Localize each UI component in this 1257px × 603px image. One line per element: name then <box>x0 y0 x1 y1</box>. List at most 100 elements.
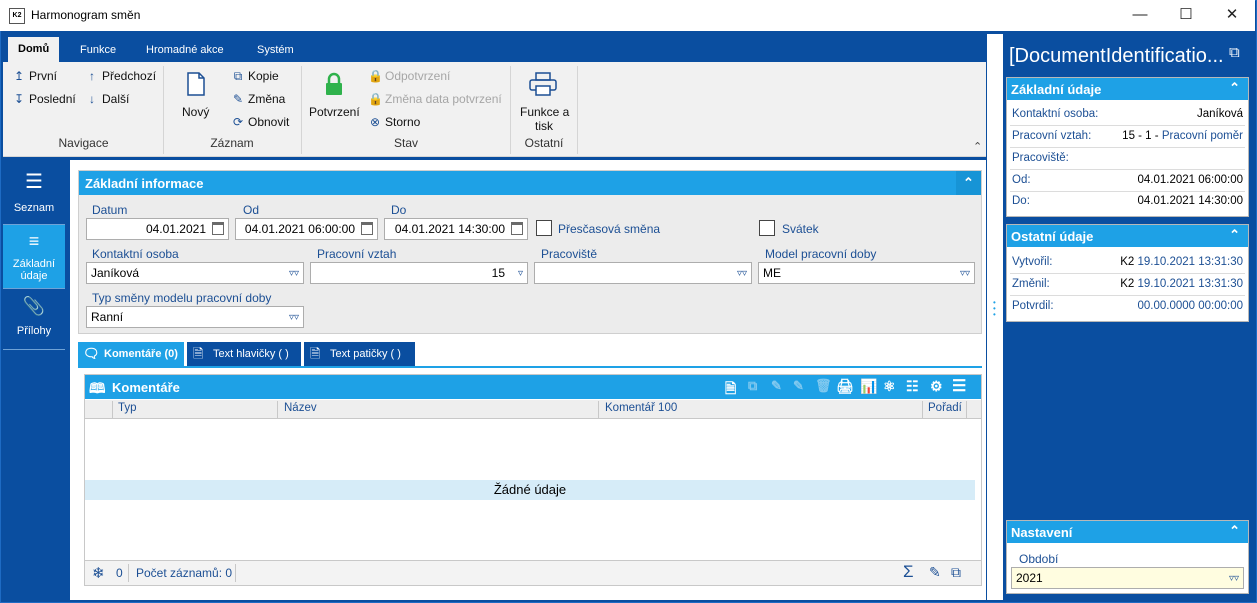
grouping-icon[interactable]: ⚛ <box>883 378 896 395</box>
tab-footer-text[interactable]: 🗎 Text patičky ( ) <box>304 342 415 366</box>
tab-system[interactable]: Systém <box>257 44 294 56</box>
contact-select[interactable]: Janíková ▿▿ <box>86 262 304 284</box>
contact-label: Kontaktní osoba <box>92 247 179 261</box>
menu-icon[interactable]: ☰ <box>952 376 966 396</box>
column-separator <box>922 401 923 419</box>
no-data-row: Žádné údaje <box>85 480 975 500</box>
workplace-select[interactable]: ▿▿ <box>534 262 752 284</box>
basic-info-title: Základní informace <box>85 176 204 191</box>
chart-icon[interactable]: 📊 <box>860 378 877 395</box>
external-link-icon[interactable]: ⧉ <box>1229 44 1240 61</box>
nav-attachments[interactable]: 📎 Přílohy <box>3 289 65 349</box>
pencil-icon[interactable]: ✎ <box>771 378 782 394</box>
comments-title: Komentáře <box>112 380 180 395</box>
snowflake-icon[interactable]: ❄ <box>92 564 105 582</box>
next-button[interactable]: ↓ Další <box>85 92 129 106</box>
column-name[interactable]: Název <box>284 402 317 414</box>
copy-button[interactable]: ⧉ Kopie <box>231 69 279 84</box>
new-button[interactable]: Nový <box>182 105 209 119</box>
sum-icon[interactable]: Σ <box>903 562 914 582</box>
model-select[interactable]: ME ▿▿ <box>758 262 975 284</box>
from-field[interactable]: 04.01.2021 06:00:00 <box>235 218 378 240</box>
tab-home[interactable]: Domů <box>8 37 60 62</box>
column-comment[interactable]: Komentář 100 <box>605 402 677 414</box>
close-button[interactable]: ✕ <box>1209 0 1255 31</box>
pencil-icon[interactable]: ✎ <box>929 564 941 581</box>
copy-icon[interactable]: ⧉ <box>748 378 757 394</box>
columns-icon[interactable]: ☷ <box>906 378 919 395</box>
work-relation-value[interactable]: 15 - 1 - Pracovní poměr <box>1100 130 1243 142</box>
column-order[interactable]: Pořadí <box>928 402 962 414</box>
delete-icon[interactable]: 🗑 <box>815 378 832 394</box>
copy-icon: ⧉ <box>233 69 243 83</box>
printer-icon[interactable]: 🖨 <box>836 378 854 395</box>
dropdown-icon[interactable]: ▿▿ <box>289 308 299 327</box>
collapse-chevron-icon[interactable]: ⌃ <box>1229 227 1240 243</box>
relation-select[interactable]: 15 ▿ <box>310 262 528 284</box>
change-confirm-date-button[interactable]: 🔒 Změna data potvrzení <box>368 92 502 106</box>
to-value: 04.01.2021 14:30:00 <box>1137 195 1243 207</box>
calendar-icon[interactable] <box>361 222 373 235</box>
model-label: Model pracovní doby <box>765 247 877 261</box>
minimize-button[interactable]: — <box>1117 0 1163 31</box>
column-type[interactable]: Typ <box>118 402 137 414</box>
to-field[interactable]: 04.01.2021 14:30:00 <box>384 218 528 240</box>
splitter-grip-icon[interactable]: • • • <box>993 299 997 324</box>
dropdown-icon[interactable]: ▿▿ <box>1229 569 1239 588</box>
from-label: Od: <box>1012 174 1031 186</box>
confirmed-by-label: Potvrdil: <box>1012 300 1054 312</box>
new-document-icon <box>186 72 206 96</box>
calendar-icon[interactable] <box>511 222 523 235</box>
row-divider <box>1010 169 1245 170</box>
record-count: Počet záznamů: 0 <box>136 566 233 580</box>
cancel-storno-button[interactable]: ⊗ Storno <box>368 115 420 129</box>
first-button[interactable]: ↥ První <box>12 69 57 83</box>
new-record-icon[interactable]: 🗎 <box>725 378 736 402</box>
collapse-chevron-icon[interactable]: ⌃ <box>1229 523 1240 539</box>
ribbon-separator <box>577 66 578 154</box>
last-button[interactable]: ↧ Poslední <box>12 92 76 106</box>
row-divider <box>1010 125 1245 126</box>
shift-type-select[interactable]: Ranní ▿▿ <box>86 306 304 328</box>
nav-list[interactable]: ☰ Seznam <box>3 160 65 224</box>
previous-button[interactable]: ↑ Předchozí <box>85 69 156 83</box>
from-value: 04.01.2021 06:00:00 <box>1137 174 1243 186</box>
workplace-label: Pracoviště <box>541 247 598 261</box>
nav-basic-data[interactable]: ≡ Základní údaje <box>3 225 65 288</box>
tab-comments[interactable]: 🗨 Komentáře (0) <box>78 342 184 366</box>
window-title: Harmonogram směn <box>31 8 141 22</box>
collapse-ribbon-icon[interactable]: ⌃ <box>973 140 982 153</box>
refresh-button[interactable]: ⟳ Obnovit <box>231 115 289 129</box>
date-field[interactable]: 04.01.2021 <box>86 218 229 240</box>
workplace-label: Pracoviště: <box>1012 152 1069 164</box>
calendar-icon[interactable] <box>212 222 224 235</box>
dropdown-icon[interactable]: ▿ <box>518 264 523 283</box>
other-data-header: Ostatní údaje ⌃ <box>1007 225 1248 247</box>
tab-functions[interactable]: Funkce <box>80 44 116 56</box>
unconfirm-button[interactable]: 🔒 Odpotvrzení <box>368 69 450 83</box>
period-select[interactable]: 2021 ▿▿ <box>1011 567 1244 589</box>
lock-green-icon <box>324 72 344 96</box>
tab-underline <box>78 366 982 368</box>
basic-data-header: Základní údaje ⌃ <box>1007 78 1248 100</box>
dropdown-icon[interactable]: ▿▿ <box>960 264 970 283</box>
changed-by-value: K2 19.10.2021 13:31:30 <box>1120 278 1243 290</box>
confirm-button[interactable]: Potvrzení <box>309 105 360 119</box>
holiday-checkbox[interactable] <box>759 220 775 236</box>
pencil-icon: ✎ <box>232 92 244 106</box>
dropdown-icon[interactable]: ▿▿ <box>737 264 747 283</box>
gear-icon[interactable]: ⚙ <box>930 378 943 395</box>
tab-bulk-actions[interactable]: Hromadné akce <box>146 44 224 56</box>
functions-print-button[interactable]: Funkce a tisk <box>520 105 569 133</box>
arrow-up-icon: ↑ <box>89 69 95 83</box>
tab-header-text[interactable]: 🗎 Text hlavičky ( ) <box>187 342 301 366</box>
add-record-icon[interactable]: ⧉ <box>951 564 961 581</box>
dropdown-icon[interactable]: ▿▿ <box>289 264 299 283</box>
pencil-icon[interactable]: ✎ <box>793 378 804 394</box>
maximize-button[interactable]: ☐ <box>1163 0 1209 31</box>
collapse-chevron-icon[interactable]: ⌃ <box>1229 80 1240 96</box>
overtime-checkbox[interactable] <box>536 220 552 236</box>
change-button[interactable]: ✎ Změna <box>231 92 285 106</box>
collapse-chevron-icon[interactable]: ⌃ <box>956 171 981 195</box>
document-icon: 🗎 <box>193 346 204 361</box>
